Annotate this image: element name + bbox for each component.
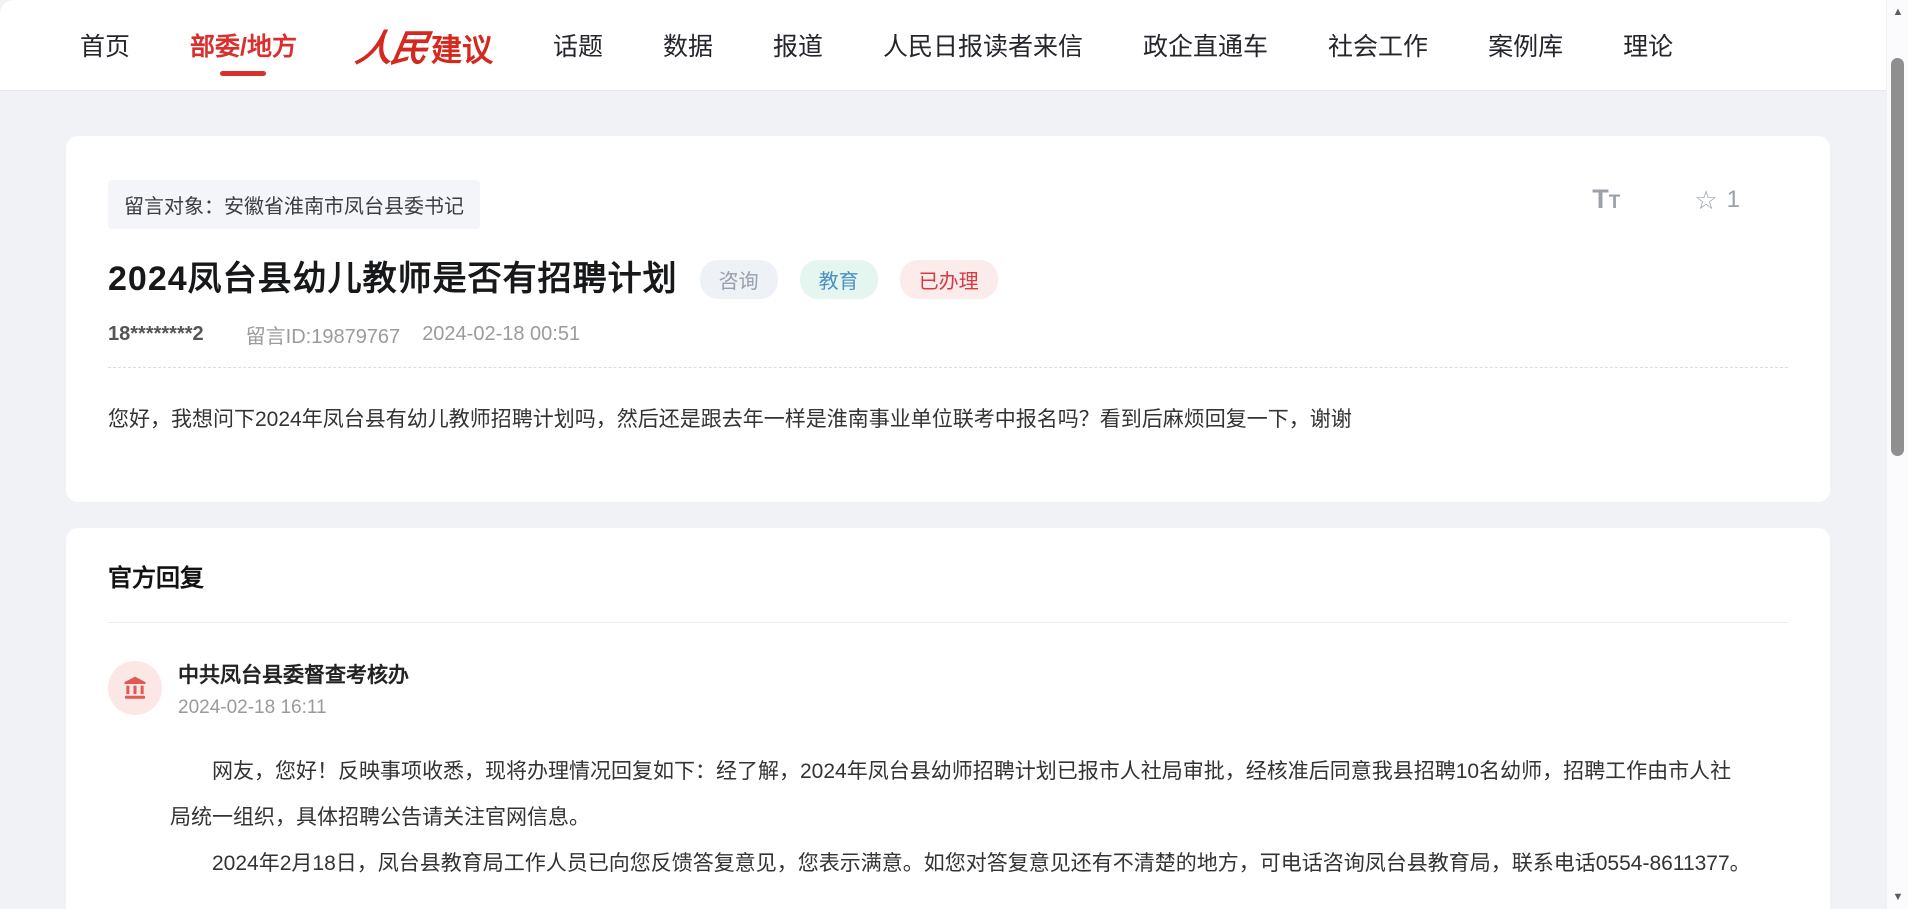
scrollbar-thumb[interactable]: [1891, 58, 1904, 456]
avatar: [108, 661, 162, 715]
official-reply-heading: 官方回复: [108, 564, 1788, 594]
message-title: 2024凤台县幼儿教师是否有招聘计划: [108, 251, 678, 300]
official-reply-card: 官方回复 中共凤台县委督查考核办 2024-02-18 16:11 网友，您好！…: [66, 528, 1830, 909]
nav-item-reader-letters[interactable]: 人民日报读者来信: [883, 5, 1083, 85]
message-meta-row: 18********2 留言ID:19879767 2024-02-18 00:…: [108, 320, 1788, 349]
message-title-row: 2024凤台县幼儿教师是否有招聘计划 咨询 教育 已办理: [108, 251, 1788, 300]
reply-author-name: 中共凤台县委督查考核办: [178, 663, 409, 689]
nav-item-theory[interactable]: 理论: [1623, 5, 1673, 85]
government-building-icon: [121, 674, 149, 702]
user-masked-phone: 18********2: [108, 323, 204, 346]
reply-paragraph-2: 2024年2月18日，凤台县教育局工作人员已向您反馈答复意见，您表示满意。如您对…: [170, 841, 1752, 887]
nav-item-gov-enterprise[interactable]: 政企直通车: [1143, 5, 1268, 85]
nav-item-case-library[interactable]: 案例库: [1488, 5, 1563, 85]
font-size-icon[interactable]: T T: [1592, 184, 1620, 215]
main-content: 留言对象：安徽省淮南市凤台县委书记 T T ☆ 1 2024凤台县幼儿教师是否有…: [0, 90, 1908, 909]
favorite-button[interactable]: ☆ 1: [1694, 186, 1740, 214]
nav-item-topics[interactable]: 话题: [553, 5, 603, 85]
reply-date: 2024-02-18 16:11: [178, 697, 409, 719]
tag-status-handled: 已办理: [900, 260, 998, 299]
scroll-down-arrow-icon[interactable]: ▼: [1887, 887, 1908, 907]
scroll-up-arrow-icon[interactable]: ▲: [1887, 2, 1908, 22]
logo-script-text: 人民: [352, 18, 432, 72]
font-size-small-glyph: T: [1609, 192, 1621, 214]
message-created-at: 2024-02-18 00:51: [422, 323, 580, 346]
section-divider: [108, 622, 1788, 623]
active-tab-underline: [220, 71, 266, 76]
message-card: 留言对象：安徽省淮南市凤台县委书记 T T ☆ 1 2024凤台县幼儿教师是否有…: [66, 136, 1830, 502]
message-body: 您好，我想问下2024年凤台县有幼儿教师招聘计划吗，然后还是跟去年一样是淮南事业…: [108, 404, 1788, 436]
renmin-jianyi-logo[interactable]: 人民 建议: [357, 18, 493, 72]
reply-paragraph-1: 网友，您好！反映事项收悉，现将办理情况回复如下：经了解，2024年凤台县幼师招聘…: [170, 749, 1752, 841]
star-icon: ☆: [1694, 187, 1717, 213]
font-size-large-glyph: T: [1592, 184, 1609, 215]
vertical-scrollbar[interactable]: ▲ ▼: [1886, 0, 1908, 909]
nav-item-data[interactable]: 数据: [663, 5, 713, 85]
nav-item-social-work[interactable]: 社会工作: [1328, 5, 1428, 85]
message-id: 留言ID:19879767: [246, 320, 401, 349]
nav-item-ministries-local[interactable]: 部委/地方: [190, 5, 297, 85]
nav-item-reports[interactable]: 报道: [773, 5, 823, 85]
message-toolbar: T T ☆ 1: [1592, 184, 1740, 215]
tag-education: 教育: [800, 260, 878, 299]
reply-author-row: 中共凤台县委督查考核办 2024-02-18 16:11: [108, 661, 1788, 719]
logo-bold-text: 建议: [431, 25, 493, 70]
nav-item-label: 部委/地方: [190, 33, 297, 61]
nav-item-home[interactable]: 首页: [80, 5, 130, 85]
tag-consult: 咨询: [700, 260, 778, 299]
message-target-label: 留言对象：安徽省淮南市凤台县委书记: [108, 180, 480, 229]
dashed-divider: [108, 367, 1788, 368]
reply-text: 网友，您好！反映事项收悉，现将办理情况回复如下：经了解，2024年凤台县幼师招聘…: [170, 749, 1788, 887]
reply-author-info: 中共凤台县委督查考核办 2024-02-18 16:11: [178, 661, 409, 719]
favorite-count: 1: [1727, 186, 1740, 214]
top-navigation: 首页 部委/地方 人民 建议 话题 数据 报道 人民日报读者来信 政企直通车 社…: [0, 0, 1908, 90]
